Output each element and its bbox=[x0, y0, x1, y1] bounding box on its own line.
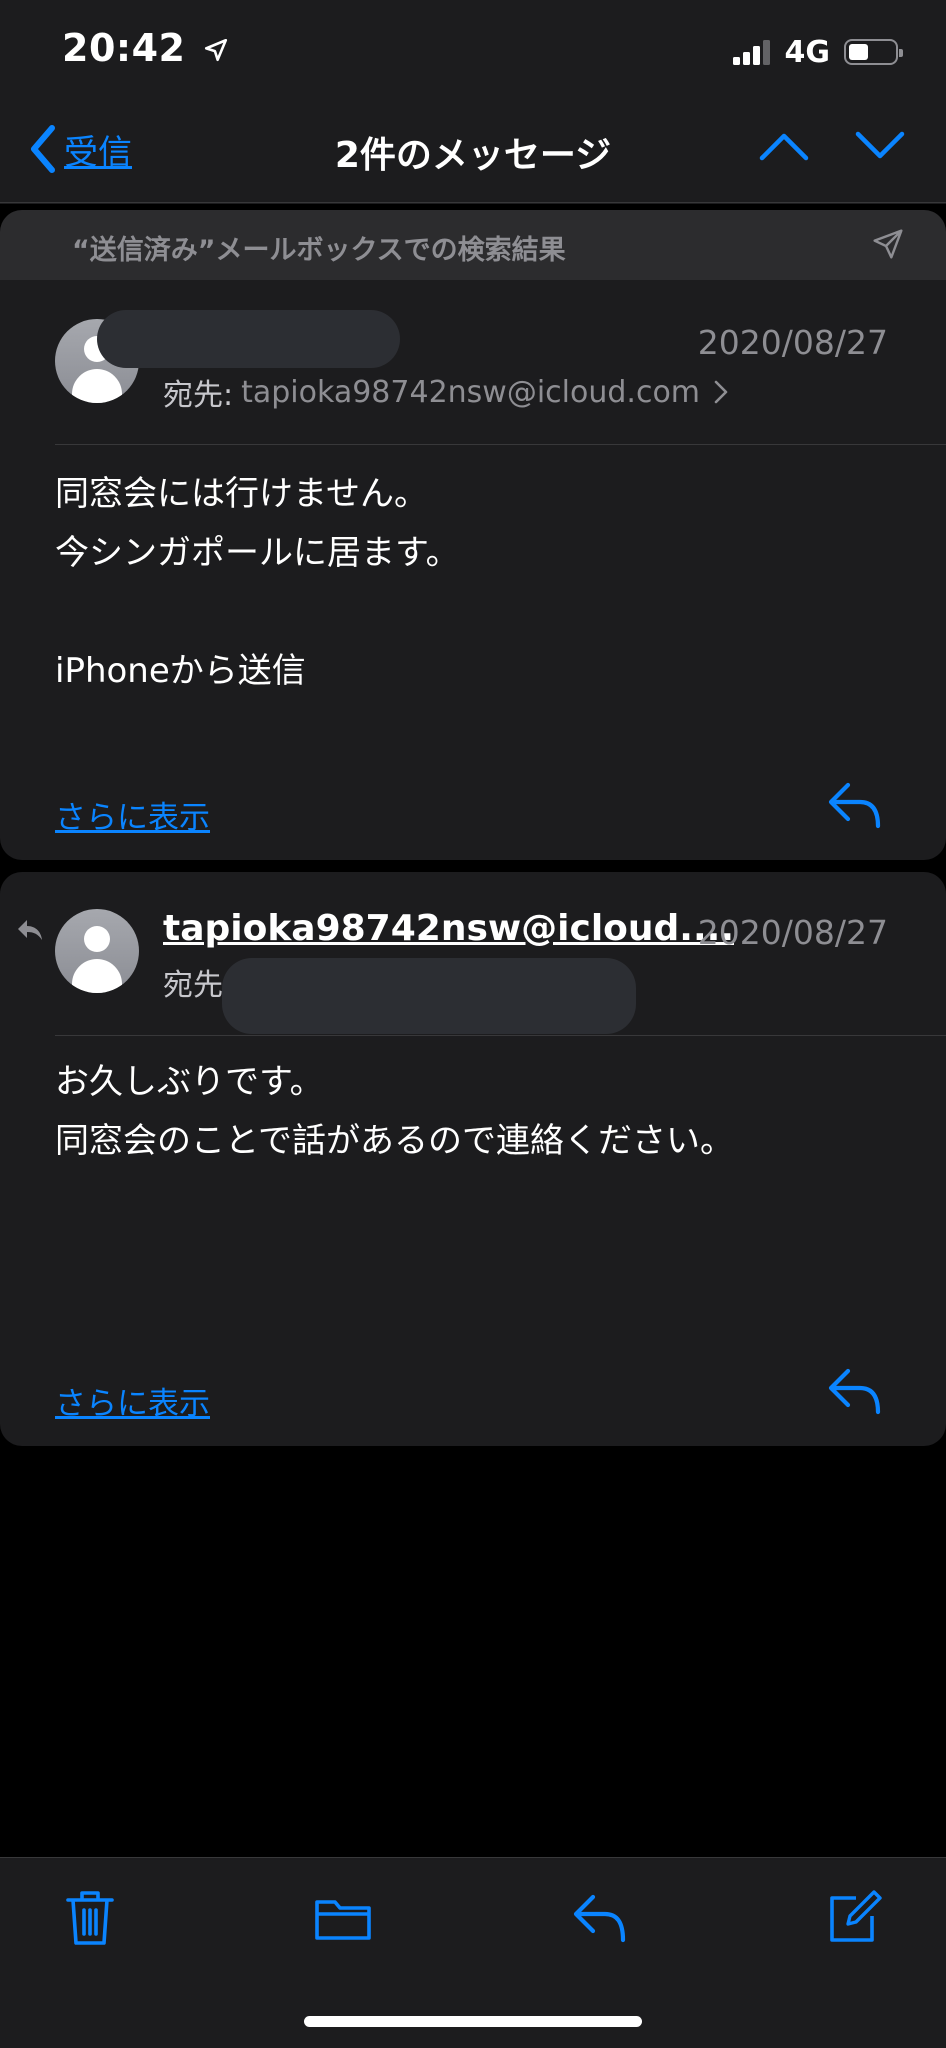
recipient-label: 宛先 bbox=[163, 968, 223, 1003]
body-line: 同窓会のことで話があるので連絡ください。 bbox=[55, 1121, 734, 1161]
status-time: 20:42 bbox=[62, 26, 229, 70]
status-indicators: 4G bbox=[732, 34, 903, 70]
nav-divider bbox=[0, 202, 946, 203]
show-more-link[interactable]: さらに表示 bbox=[55, 1378, 210, 1423]
show-more-link[interactable]: さらに表示 bbox=[55, 792, 210, 837]
chevron-right-icon bbox=[714, 380, 728, 404]
message-card[interactable]: tapioka98742nsw@icloud.... 2020/08/27 宛先… bbox=[0, 872, 946, 1446]
reply-icon[interactable] bbox=[826, 1366, 884, 1416]
home-indicator[interactable] bbox=[304, 2016, 642, 2027]
sender-name[interactable]: tapioka98742nsw@icloud.... bbox=[163, 908, 734, 949]
trash-icon[interactable] bbox=[64, 1888, 116, 1948]
redacted-recipient bbox=[222, 958, 636, 1034]
send-icon bbox=[873, 229, 903, 259]
message-body: お久しぶりです。 同窓会のことで話があるので連絡ください。 bbox=[55, 1053, 734, 1171]
status-time-text: 20:42 bbox=[62, 26, 186, 70]
body-line: お久しぶりです。 bbox=[55, 1062, 324, 1102]
message-date: 2020/08/27 bbox=[697, 323, 888, 362]
redacted-sender bbox=[97, 310, 400, 368]
message-card[interactable]: 2020/08/27 宛先: tapioka98742nsw@icloud.co… bbox=[0, 280, 946, 860]
message-navigation bbox=[714, 130, 906, 162]
body-line: 今シンガポールに居ます。 bbox=[55, 533, 460, 573]
recipient-row[interactable]: 宛先: tapioka98742nsw@icloud.com bbox=[163, 370, 730, 414]
message-body: 同窓会には行けません。 今シンガポールに居ます。 iPhoneから送信 bbox=[55, 465, 460, 701]
reply-icon[interactable] bbox=[571, 1892, 629, 1944]
signal-icon bbox=[732, 39, 773, 65]
battery-level bbox=[849, 44, 868, 60]
chevron-up-icon[interactable] bbox=[758, 130, 810, 162]
header-divider bbox=[55, 1035, 946, 1036]
chevron-down-icon[interactable] bbox=[854, 130, 906, 162]
replied-indicator-icon bbox=[18, 920, 42, 940]
header-divider bbox=[55, 444, 946, 445]
body-line: iPhoneから送信 bbox=[55, 651, 306, 691]
message-date: 2020/08/27 bbox=[697, 913, 888, 952]
network-type: 4G bbox=[784, 34, 831, 70]
body-line: 同窓会には行けません。 bbox=[55, 474, 428, 514]
recipient-address: tapioka98742nsw@icloud.com bbox=[241, 374, 701, 410]
body-line bbox=[55, 583, 460, 642]
location-arrow-icon bbox=[205, 38, 228, 62]
search-results-banner: “送信済み”メールボックスでの検索結果 bbox=[0, 210, 946, 280]
reply-icon[interactable] bbox=[826, 780, 884, 830]
recipient-label: 宛先: bbox=[163, 378, 234, 413]
folder-icon[interactable] bbox=[313, 1894, 373, 1944]
avatar bbox=[55, 909, 139, 993]
search-banner-text: “送信済み”メールボックスでの検索結果 bbox=[72, 235, 566, 266]
compose-icon[interactable] bbox=[826, 1890, 882, 1946]
battery-icon bbox=[844, 39, 903, 65]
